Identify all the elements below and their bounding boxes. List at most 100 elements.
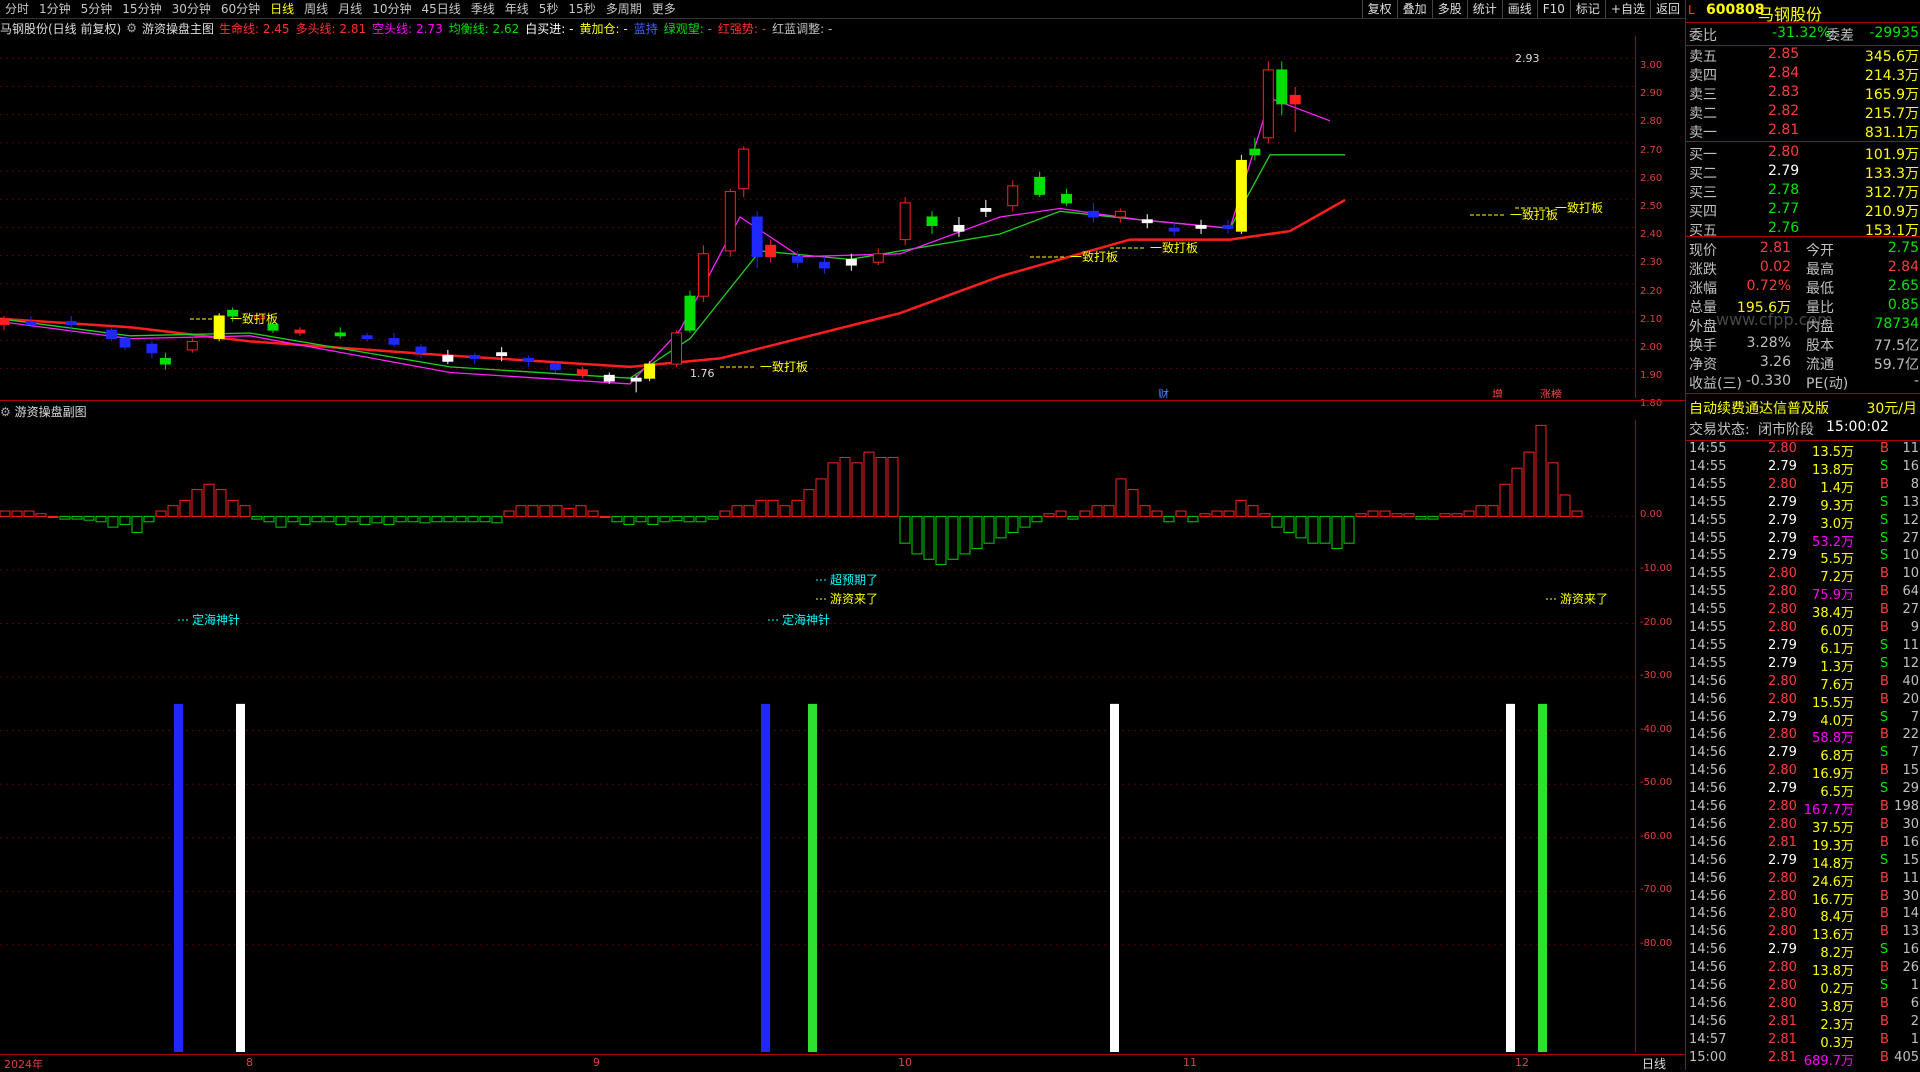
period-tab-9[interactable]: 10分钟 — [367, 0, 416, 18]
period-tab-10[interactable]: 45日线 — [416, 0, 465, 18]
tool-button-8[interactable]: 返回 — [1649, 0, 1685, 18]
histogram-bar — [1091, 505, 1103, 517]
period-tab-2[interactable]: 5分钟 — [76, 0, 118, 18]
tick-row[interactable]: 14:55 2.80 1.4万 B 8 — [1686, 476, 1920, 496]
tick-row[interactable]: 14:57 2.81 0.3万 B 1 — [1686, 1031, 1920, 1051]
price-tick-label: 2.10 — [1640, 313, 1663, 325]
period-tab-6[interactable]: 日线 — [265, 0, 299, 18]
tick-row[interactable]: 14:56 2.80 13.6万 B 13 — [1686, 924, 1920, 943]
histogram-bar — [911, 515, 923, 555]
period-tab-16[interactable]: 更多 — [647, 0, 681, 18]
tick-row[interactable]: 14:55 2.79 6.1万 S 11 — [1686, 638, 1920, 657]
main-kline-chart[interactable]: 2.931.76一致打板一致打板一致打板一致打板一致打板一致打板财增涨榜 — [0, 36, 1635, 398]
tick-row[interactable]: 14:56 2.80 24.6万 B 11 — [1686, 871, 1920, 890]
period-tab-15[interactable]: 多周期 — [601, 0, 647, 18]
tool-button-0[interactable]: 复权 — [1361, 0, 1397, 18]
tick-time: 14:55 — [1689, 512, 1727, 528]
tick-row[interactable]: 14:56 2.80 16.7万 B 30 — [1686, 889, 1920, 908]
main-indicator-name[interactable]: 游资操盘主图 — [142, 20, 214, 37]
tick-row[interactable]: 14:56 2.80 16.9万 B 15 — [1686, 763, 1920, 782]
tick-row[interactable]: 14:56 2.79 8.2万 S 16 — [1686, 942, 1920, 961]
price-tick-label: 1.90 — [1640, 370, 1663, 382]
tick-row[interactable]: 14:56 2.80 8.4万 B 14 — [1686, 906, 1920, 925]
tick-row[interactable]: 14:56 2.80 167.7万 B 198 — [1686, 799, 1920, 818]
period-tab-7[interactable]: 周线 — [299, 0, 333, 18]
tick-row[interactable]: 14:56 2.81 19.3万 B 16 — [1686, 835, 1920, 854]
tick-row[interactable]: 14:55 2.80 7.2万 B 10 — [1686, 566, 1920, 585]
tick-row[interactable]: 14:56 2.80 15.5万 B 20 — [1686, 692, 1920, 711]
ad-text[interactable]: 自动续费通达信普及版 — [1689, 398, 1829, 418]
tick-row[interactable]: 14:56 2.80 37.5万 B 30 — [1686, 817, 1920, 836]
gear-icon[interactable]: ⚙ — [126, 21, 137, 35]
tick-row[interactable]: 14:56 2.79 6.8万 S 7 — [1686, 745, 1920, 764]
tick-row[interactable]: 14:56 2.80 13.8万 B 26 — [1686, 960, 1920, 979]
histogram-bar — [719, 510, 731, 517]
histogram-bar — [1571, 510, 1583, 517]
histogram-bar — [1451, 513, 1463, 517]
tick-price: 2.80 — [1768, 476, 1797, 492]
period-tab-0[interactable]: 分时 — [0, 0, 34, 18]
tick-row[interactable]: 14:56 2.79 14.8万 S 15 — [1686, 853, 1920, 872]
tick-row[interactable]: 14:56 2.80 7.6万 B 40 — [1686, 674, 1920, 693]
tick-row[interactable]: 14:56 2.80 58.8万 B 22 — [1686, 727, 1920, 746]
tick-row[interactable]: 14:55 2.79 53.2万 S 27 — [1686, 531, 1920, 550]
period-tab-1[interactable]: 1分钟 — [34, 0, 76, 18]
ad-row[interactable]: 自动续费通达信普及版 30元/月 — [1686, 398, 1920, 418]
tick-row[interactable]: 14:56 2.80 0.2万 S 1 — [1686, 978, 1920, 997]
tick-price: 2.80 — [1768, 441, 1797, 456]
period-tab-11[interactable]: 季线 — [466, 0, 500, 18]
sub-indicator-chart[interactable]: 定海神针 定海神针 超预期了游资来了 游资来了 — [0, 420, 1635, 1052]
tick-row[interactable]: 14:55 2.79 9.3万 S 13 — [1686, 495, 1920, 514]
tick-row[interactable]: 14:56 2.81 2.3万 B 2 — [1686, 1014, 1920, 1033]
stat-value: 2.65 — [1887, 278, 1919, 294]
histogram-bar — [1199, 513, 1211, 517]
candle-body — [159, 357, 171, 365]
period-tab-5[interactable]: 60分钟 — [216, 0, 265, 18]
tool-button-1[interactable]: 叠加 — [1396, 0, 1432, 18]
tick-row[interactable]: 14:55 2.80 13.5万 B 11 — [1686, 441, 1920, 460]
period-tab-4[interactable]: 30分钟 — [167, 0, 216, 18]
candle-body — [1235, 159, 1247, 232]
tick-row[interactable]: 14:55 2.80 75.9万 B 64 — [1686, 584, 1920, 603]
tool-button-3[interactable]: 统计 — [1466, 0, 1502, 18]
period-tab-12[interactable]: 年线 — [500, 0, 534, 18]
period-tab-8[interactable]: 月线 — [333, 0, 367, 18]
tick-row[interactable]: 14:56 2.80 3.8万 B 6 — [1686, 995, 1920, 1015]
gear-icon[interactable]: ⚙ — [0, 405, 11, 419]
tick-row[interactable]: 14:56 2.79 6.5万 S 29 — [1686, 781, 1920, 800]
tick-row[interactable]: 14:55 2.79 3.0万 S 12 — [1686, 512, 1920, 532]
tick-side: B — [1880, 441, 1889, 456]
period-tab-14[interactable]: 15秒 — [563, 0, 600, 18]
tool-button-5[interactable]: F10 — [1536, 0, 1570, 18]
tick-row[interactable]: 14:55 2.79 13.8万 S 16 — [1686, 459, 1920, 478]
stat-value: 2.81 — [1759, 240, 1791, 256]
tick-row[interactable]: 14:55 2.79 1.3万 S 12 — [1686, 656, 1920, 675]
period-tab-13[interactable]: 5秒 — [534, 0, 564, 18]
tick-side: B — [1880, 1031, 1889, 1047]
period-tab-3[interactable]: 15分钟 — [117, 0, 166, 18]
tick-row[interactable]: 14:55 2.80 38.4万 B 27 — [1686, 602, 1920, 621]
ad-price[interactable]: 30元/月 — [1866, 398, 1917, 418]
tool-button-2[interactable]: 多股 — [1431, 0, 1467, 18]
tool-button-6[interactable]: 标记 — [1569, 0, 1605, 18]
histogram-bar — [167, 505, 179, 517]
tick-time: 14:56 — [1689, 960, 1727, 976]
candle-body — [1141, 219, 1153, 224]
tick-row[interactable]: 14:56 2.79 4.0万 S 7 — [1686, 710, 1920, 729]
tick-side: B — [1880, 995, 1889, 1011]
tick-time: 14:55 — [1689, 476, 1727, 492]
tool-button-4[interactable]: 画线 — [1501, 0, 1537, 18]
tick-row[interactable]: 14:55 2.79 5.5万 S 10 — [1686, 548, 1920, 567]
sub-chart-title[interactable]: 游资操盘副图 — [15, 405, 87, 419]
bid-price: 2.79 — [1768, 163, 1800, 179]
stat-row: 净资 3.26 流通 59.7亿 — [1686, 354, 1920, 373]
period-indicator[interactable]: 日线 — [1642, 1055, 1666, 1072]
tick-row[interactable]: 14:55 2.80 6.0万 B 9 — [1686, 620, 1920, 639]
tick-row[interactable]: 15:00 2.81 689.7万 B 405 — [1686, 1050, 1920, 1069]
tick-time: 14:57 — [1689, 1031, 1727, 1047]
tool-button-7[interactable]: +自选 — [1604, 0, 1650, 18]
histogram-bar — [311, 515, 323, 523]
histogram-bar — [683, 515, 695, 523]
stat-value: 0.72% — [1746, 278, 1791, 294]
tick-price: 2.80 — [1768, 995, 1797, 1011]
